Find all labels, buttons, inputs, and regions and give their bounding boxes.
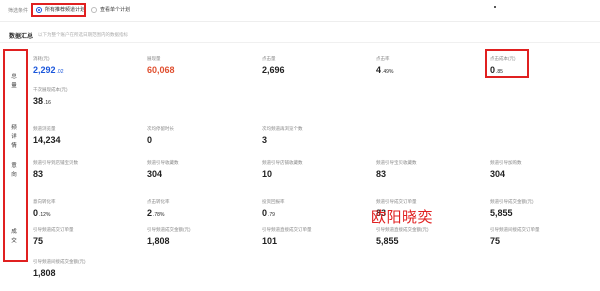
metric-value-decimal: .12% bbox=[39, 212, 51, 218]
metric-value: 4 bbox=[376, 65, 382, 75]
metric-label: 引导频道直接成交金额(元) bbox=[376, 227, 429, 232]
metric-deal-count: 引导频道成交订单量 75 bbox=[33, 227, 74, 246]
metric-label: 引导频道成交金额(元) bbox=[147, 227, 191, 232]
metric-label: 频道引导宝贝收藏数 bbox=[376, 160, 417, 165]
metric-value: 83 bbox=[376, 169, 387, 179]
metric-value: 0 bbox=[33, 208, 39, 218]
metric-value: 101 bbox=[262, 236, 278, 246]
watermark-text: 欧阳晓奕 bbox=[371, 208, 434, 226]
filter-label: 筛选条件 bbox=[8, 8, 29, 14]
category-label-xiang: 详 bbox=[11, 134, 17, 140]
metric-roi: 投资回报率 0.79 bbox=[262, 199, 285, 218]
metric-value: 3 bbox=[262, 135, 268, 145]
metric-impressions: 展现量 60,068 bbox=[147, 56, 175, 75]
metric-value-decimal: .78% bbox=[153, 212, 165, 218]
metric-label: 频道引导收藏数 bbox=[147, 160, 179, 165]
category-label-yi: 意 bbox=[11, 163, 17, 169]
metric-value: 10 bbox=[262, 169, 273, 179]
metric-value: 75 bbox=[33, 236, 44, 246]
divider bbox=[0, 42, 600, 43]
category-label-cheng: 成 bbox=[11, 229, 17, 235]
section-title: 数据汇总 bbox=[9, 34, 34, 40]
category-label-liang: 量 bbox=[11, 83, 17, 89]
category-label-qing: 情 bbox=[11, 143, 17, 149]
metric-value: 0 bbox=[262, 208, 268, 218]
metric-indirect-orders: 引导频道间接成交订单量 75 bbox=[490, 227, 540, 246]
metric-channel-views: 频道浏览量 14,234 bbox=[33, 126, 61, 145]
metric-label: 频道引导到店铺宝贝数 bbox=[33, 160, 78, 165]
metric-value-decimal: .49% bbox=[382, 69, 394, 75]
metric-value: 304 bbox=[147, 169, 163, 179]
filter-bar: 筛选条件 所有推荐频道计划 查看单个计划 bbox=[0, 0, 600, 22]
metric-indirect-amount: 引导频道间接成交金额(元) 1,808 bbox=[33, 259, 86, 278]
metric-guide-shop: 频道引导到店铺宝贝数 83 bbox=[33, 160, 78, 179]
highlight-box-cpc bbox=[485, 49, 529, 78]
metric-label: 点击率 bbox=[376, 56, 390, 61]
metric-value: 60,068 bbox=[147, 65, 175, 75]
metric-guide-cart: 频道引导加购数 304 bbox=[490, 160, 522, 179]
metric-value: 83 bbox=[33, 169, 44, 179]
metric-label: 引导频道间接成交金额(元) bbox=[33, 259, 86, 264]
metric-value: 2,292 bbox=[33, 65, 56, 75]
category-label-zong: 总 bbox=[11, 74, 17, 80]
metric-spend: 消耗(元) 2,292.02 bbox=[33, 56, 63, 75]
metric-guide-collect: 频道引导收藏数 304 bbox=[147, 160, 179, 179]
metric-value: 1,808 bbox=[147, 236, 170, 246]
metric-guide-amount: 频道引导成交金额(元) 5,855 bbox=[490, 199, 534, 218]
metric-value: 0 bbox=[147, 135, 153, 145]
metric-label: 点击转化率 bbox=[147, 199, 170, 204]
metric-value: 2,696 bbox=[262, 65, 285, 75]
category-label-pin: 频 bbox=[11, 125, 17, 131]
metric-label: 频道浏览量 bbox=[33, 126, 56, 131]
stray-dot bbox=[494, 6, 496, 8]
metric-avg-pages: 次均频道再浏览个数 3 bbox=[262, 126, 303, 145]
metric-label: 频道引导店铺收藏数 bbox=[262, 160, 303, 165]
metric-cpm: 千次展现成本(元) 38.16 bbox=[33, 87, 68, 106]
metric-deal-amount: 引导频道成交金额(元) 1,808 bbox=[147, 227, 191, 246]
metric-value: 2 bbox=[147, 208, 153, 218]
metric-label: 频道引导加购数 bbox=[490, 160, 522, 165]
metric-clicks: 点击量 2,696 bbox=[262, 56, 285, 75]
metric-label: 展现量 bbox=[147, 56, 161, 61]
radio-single-plan-label: 查看单个计划 bbox=[100, 7, 131, 13]
category-label-jiao: 交 bbox=[11, 238, 17, 244]
metric-label: 频道引导成交订单量 bbox=[376, 199, 417, 204]
metric-value-decimal: .79 bbox=[268, 212, 275, 218]
metric-value: 304 bbox=[490, 169, 506, 179]
section-hint: 以下为整个账户在所选日期范围内的数据指标 bbox=[38, 32, 128, 37]
metric-label: 千次展现成本(元) bbox=[33, 87, 68, 92]
metric-avg-stay: 次均停留时长 0 bbox=[147, 126, 174, 145]
metric-ctr: 点击率 4.49% bbox=[376, 56, 393, 75]
metric-value-decimal: .16 bbox=[44, 100, 51, 106]
metric-label: 点击量 bbox=[262, 56, 276, 61]
metric-guide-shop-collect: 频道引导店铺收藏数 10 bbox=[262, 160, 303, 179]
metric-label: 意向转化率 bbox=[33, 199, 56, 204]
metric-direct-amount: 引导频道直接成交金额(元) 5,855 bbox=[376, 227, 429, 246]
metric-value: 75 bbox=[490, 236, 501, 246]
radio-single-plan[interactable]: 查看单个计划 bbox=[91, 6, 130, 13]
metric-value: 5,855 bbox=[490, 208, 513, 218]
category-label-xiang2: 向 bbox=[11, 172, 17, 178]
metric-value: 1,808 bbox=[33, 268, 56, 278]
metric-label: 投资回报率 bbox=[262, 199, 285, 204]
metric-value: 5,855 bbox=[376, 236, 399, 246]
metric-label: 次均停留时长 bbox=[147, 126, 174, 131]
highlight-box-filter bbox=[31, 3, 86, 17]
metric-value-decimal: .02 bbox=[56, 69, 64, 75]
metric-direct-orders: 引导频道直接成交订单量 101 bbox=[262, 227, 312, 246]
metric-label: 频道引导成交金额(元) bbox=[490, 199, 534, 204]
metric-guide-item-count: 频道引导宝贝收藏数 83 bbox=[376, 160, 417, 179]
metric-value: 38 bbox=[33, 96, 44, 106]
metric-label: 次均频道再浏览个数 bbox=[262, 126, 303, 131]
metric-click-conv: 点击转化率 2.78% bbox=[147, 199, 170, 218]
metric-value: 14,234 bbox=[33, 135, 61, 145]
radio-unchecked-icon bbox=[91, 6, 97, 13]
metric-label: 引导频道成交订单量 bbox=[33, 227, 74, 232]
metric-label: 引导频道直接成交订单量 bbox=[262, 227, 312, 232]
metric-label: 消耗(元) bbox=[33, 56, 50, 61]
metric-label: 引导频道间接成交订单量 bbox=[490, 227, 540, 232]
metric-intent-rate: 意向转化率 0.12% bbox=[33, 199, 56, 218]
